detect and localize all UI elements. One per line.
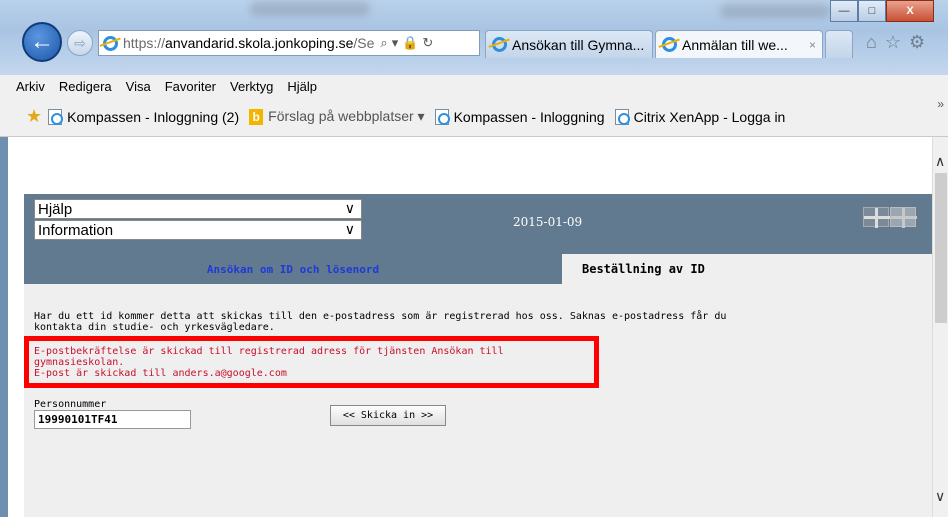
tab-apply-id[interactable]: Ansökan om ID och lösenord (24, 254, 562, 284)
maximize-button[interactable]: □ (858, 0, 886, 22)
vertical-scrollbar[interactable]: ∧ ∨ (932, 137, 948, 517)
dropdown-icon[interactable]: ▾ (392, 35, 399, 51)
menu-bar: Arkiv Redigera Visa Favoriter Verktyg Hj… (0, 75, 948, 97)
personnummer-label: Personnummer (34, 399, 107, 410)
ie-icon (492, 37, 507, 52)
help-select[interactable]: Hjälp ∨ (34, 199, 362, 219)
favorite-citrix[interactable]: Citrix XenApp - Logga in (614, 108, 786, 125)
chevron-down-icon: ∨ (344, 221, 355, 237)
personnummer-input[interactable]: 19990101TF41 (34, 410, 191, 429)
navigation-bar: ← ⇨ https://anvandarid.skola.jonkoping.s… (0, 22, 948, 66)
menu-redigera[interactable]: Redigera (59, 79, 112, 94)
tab-label: Ansökan till Gymna... (512, 36, 645, 53)
minimize-button[interactable]: — (830, 0, 858, 22)
url-suffix: /Se (353, 35, 375, 51)
info-select-value: Information (38, 221, 114, 239)
url-domain: anvandarid.skola.jonkoping.se (165, 35, 354, 51)
url-prefix: https:// (123, 35, 166, 51)
submit-button[interactable]: << Skicka in >> (330, 405, 446, 426)
menu-arkiv[interactable]: Arkiv (16, 79, 45, 94)
lock-icon[interactable]: 🔒 (402, 35, 418, 51)
scroll-down-icon[interactable]: ∨ (935, 488, 945, 505)
menu-visa[interactable]: Visa (126, 79, 151, 94)
menu-verktyg[interactable]: Verktyg (230, 79, 273, 94)
page-date: 2015-01-09 (513, 215, 583, 229)
tab-ansokan[interactable]: Ansökan till Gymna... (485, 30, 653, 58)
favorites-bar: ★ Kompassen - Inloggning (2) b Förslag p… (0, 97, 948, 137)
window-controls: — □ X (830, 0, 934, 22)
home-icon[interactable]: ⌂ (866, 32, 877, 53)
favorite-kompassen[interactable]: Kompassen - Inloggning (434, 108, 605, 125)
menu-hjalp[interactable]: Hjälp (287, 79, 317, 94)
address-bar[interactable]: https://anvandarid.skola.jonkoping.se/Se… (98, 30, 480, 56)
back-icon[interactable]: ← (22, 22, 62, 62)
ie-icon (662, 37, 677, 52)
language-flag-icon[interactable] (890, 207, 917, 228)
highlight-box (24, 336, 599, 388)
page-tabs: Ansökan om ID och lösenord Beställning a… (24, 254, 932, 284)
gear-icon[interactable]: ⚙ (909, 32, 925, 53)
chevron-down-icon: ∨ (344, 200, 355, 216)
scroll-up-icon[interactable]: ∧ (935, 153, 945, 170)
favorite-forslag[interactable]: b Förslag på webbplatser ▾ (249, 108, 425, 125)
tab-order-id[interactable]: Beställning av ID (562, 254, 932, 284)
page-icon (614, 108, 630, 125)
tab-anmalan[interactable]: Anmälan till we... × (655, 30, 823, 58)
close-window-button[interactable]: X (886, 0, 934, 22)
page-icon (434, 108, 450, 125)
bing-icon: b (249, 108, 264, 125)
favorite-kompassen-2[interactable]: Kompassen - Inloggning (2) (48, 108, 240, 125)
favorite-label: Citrix XenApp - Logga in (633, 108, 786, 125)
forward-icon[interactable]: ⇨ (67, 30, 93, 56)
favorite-label: Förslag på webbplatser ▾ (268, 108, 425, 124)
new-tab-button[interactable] (825, 30, 853, 58)
page-icon (48, 108, 64, 125)
uk-flag-icon[interactable] (863, 207, 890, 228)
page-content: Hjälp ∨ Information ∨ 2015-01-09 Ansökan… (8, 137, 932, 517)
favorite-label: Kompassen - Inloggning (453, 108, 605, 125)
help-select-value: Hjälp (38, 200, 73, 218)
scroll-thumb[interactable] (935, 173, 947, 323)
toolbar-icons: ⌂ ☆ ⚙ (866, 32, 925, 53)
close-tab-icon[interactable]: × (809, 38, 816, 52)
chevron-right-icon[interactable]: » (937, 97, 944, 111)
ie-icon (103, 35, 118, 51)
star-icon[interactable]: ☆ (885, 32, 901, 53)
menu-favoriter[interactable]: Favoriter (165, 79, 216, 94)
tab-label: Anmälan till we... (682, 36, 788, 53)
favorites-star-icon[interactable]: ★ (26, 106, 42, 127)
info-message: Har du ett id kommer detta att skickas t… (34, 311, 727, 333)
search-icon[interactable]: ⌕ (380, 35, 387, 51)
favorite-label: Kompassen - Inloggning (2) (67, 108, 240, 125)
info-select[interactable]: Information ∨ (34, 220, 362, 240)
refresh-icon[interactable]: ↻ (422, 35, 433, 51)
